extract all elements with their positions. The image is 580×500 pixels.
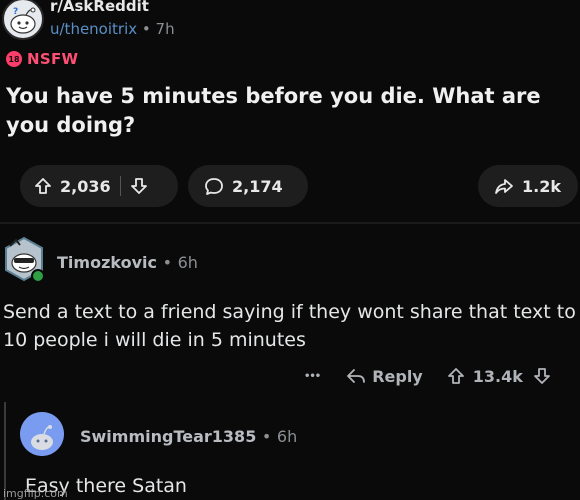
share-button[interactable]: 1.2k xyxy=(478,165,578,207)
share-arrow-icon xyxy=(494,176,514,196)
post-author-link[interactable]: u/thenoitrix xyxy=(50,20,137,38)
reply-user-avatar-icon[interactable] xyxy=(20,412,64,456)
post-header: ? r/AskReddit u/thenoitrix • 7h xyxy=(0,0,580,48)
post-title[interactable]: You have 5 minutes before you die. What … xyxy=(6,82,576,140)
reply-author-name[interactable]: SwimmingTear1385 xyxy=(80,427,256,446)
section-divider xyxy=(0,222,580,224)
vote-control: 2,036 xyxy=(20,165,178,207)
reply-body: Easy there Satan xyxy=(25,475,187,497)
reply-label: Reply xyxy=(372,366,423,386)
comment-downvote-icon[interactable] xyxy=(533,367,551,385)
post-age: 7h xyxy=(155,20,175,38)
upvote-count: 2,036 xyxy=(60,176,111,196)
comment-author[interactable]: Timozkovic • 6h xyxy=(57,253,198,272)
comment-separator: • xyxy=(162,253,172,272)
reply-age: 6h xyxy=(276,427,298,446)
comment-body: Send a text to a friend saying if they w… xyxy=(3,301,576,351)
svg-text:?: ? xyxy=(13,7,18,17)
reply-button[interactable]: Reply xyxy=(346,367,423,386)
comments-button[interactable]: 2,174 xyxy=(188,165,308,207)
comment-count: 2,174 xyxy=(232,176,283,196)
comment-upvote-icon[interactable] xyxy=(447,367,465,385)
reply-arrow-icon xyxy=(346,367,366,385)
share-count: 1.2k xyxy=(522,176,561,196)
reply-separator: • xyxy=(261,427,272,446)
reply-author[interactable]: SwimmingTear1385 • 6h xyxy=(80,427,297,446)
subreddit-name[interactable]: r/AskReddit xyxy=(50,0,149,15)
nsfw-badge-icon: 18 xyxy=(6,51,22,67)
user-avatar-icon[interactable] xyxy=(2,236,46,286)
watermark: imgflip.com xyxy=(3,487,68,500)
vote-divider xyxy=(119,176,121,196)
comment-actions: ••• Reply 13.4k xyxy=(300,362,580,390)
comment-age: 6h xyxy=(177,253,198,272)
subreddit-avatar-icon[interactable]: ? xyxy=(2,0,44,40)
comment-bubble-icon xyxy=(204,176,224,196)
post-meta: u/thenoitrix • 7h xyxy=(50,20,175,38)
meta-separator: • xyxy=(141,20,151,38)
nsfw-tag: 18 NSFW xyxy=(6,50,78,68)
more-options-icon[interactable]: ••• xyxy=(304,371,321,382)
nsfw-label: NSFW xyxy=(27,50,79,68)
thread-line xyxy=(4,402,6,500)
upvote-icon[interactable] xyxy=(34,177,52,195)
downvote-icon[interactable] xyxy=(130,177,148,195)
comment-score: 13.4k xyxy=(472,366,523,386)
comment-author-name[interactable]: Timozkovic xyxy=(57,253,157,272)
